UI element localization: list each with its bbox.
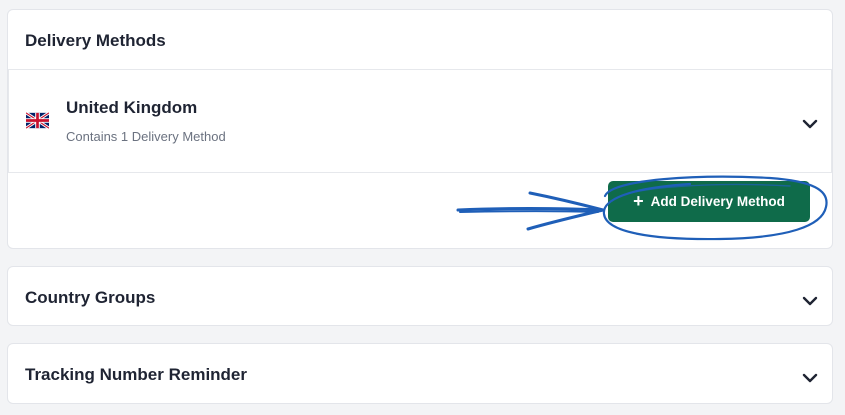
chevron-down-icon[interactable]: [802, 370, 818, 383]
chevron-down-icon[interactable]: [802, 293, 818, 306]
add-delivery-method-label: Add Delivery Method: [650, 194, 785, 209]
country-row-united-kingdom[interactable]: United Kingdom Contains 1 Delivery Metho…: [8, 70, 832, 172]
country-groups-title: Country Groups: [25, 288, 156, 307]
country-groups-card[interactable]: Country Groups: [7, 266, 833, 326]
uk-flag-icon: [26, 112, 49, 129]
plus-icon: +: [633, 190, 644, 211]
divider: [8, 172, 832, 173]
tracking-number-reminder-card[interactable]: Tracking Number Reminder: [7, 343, 833, 404]
country-delivery-count: Contains 1 Delivery Method: [66, 129, 226, 144]
chevron-down-icon[interactable]: [802, 116, 818, 129]
delivery-methods-title: Delivery Methods: [25, 31, 166, 50]
tracking-number-reminder-title: Tracking Number Reminder: [25, 365, 248, 384]
country-name: United Kingdom: [66, 98, 198, 117]
add-delivery-method-button[interactable]: + Add Delivery Method: [608, 181, 810, 222]
